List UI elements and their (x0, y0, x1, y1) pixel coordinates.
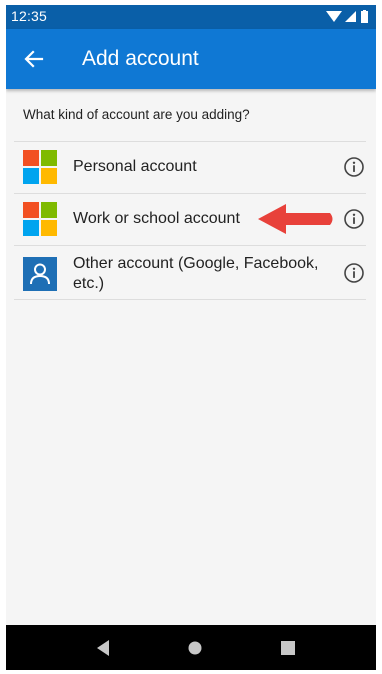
recents-square-icon[interactable] (277, 637, 299, 659)
other-account-label: Other account (Google, Facebook, etc.) (73, 255, 319, 292)
work-school-account-row[interactable]: Work or school account (6, 194, 376, 245)
work-school-account-label: Work or school account (73, 210, 240, 227)
status-bar: 12:35 (6, 5, 376, 29)
wifi-icon (326, 11, 342, 22)
other-account-row[interactable]: Other account (Google, Facebook, etc.) (6, 246, 376, 299)
arrow-left-icon (24, 50, 44, 68)
back-triangle-icon[interactable] (92, 637, 114, 659)
info-icon[interactable] (343, 208, 365, 230)
person-icon (23, 257, 57, 291)
info-icon[interactable] (343, 156, 365, 178)
cell-signal-icon (345, 11, 356, 22)
back-button[interactable] (16, 41, 52, 77)
phone-screen: 12:35 Add account What kind of account a… (6, 5, 376, 670)
personal-account-row[interactable]: Personal account (6, 142, 376, 193)
battery-icon (361, 11, 368, 23)
status-time: 12:35 (11, 8, 48, 24)
app-bar: Add account (6, 29, 376, 89)
microsoft-logo-icon (23, 202, 57, 236)
info-icon[interactable] (343, 262, 365, 284)
status-icons (326, 10, 368, 23)
home-circle-icon[interactable] (184, 637, 206, 659)
divider (14, 299, 366, 300)
page-title: Add account (82, 47, 199, 70)
android-nav-bar (6, 625, 376, 670)
battery-cap (363, 10, 366, 12)
account-type-prompt: What kind of account are you adding? (23, 107, 250, 122)
personal-account-label: Personal account (73, 158, 197, 175)
red-arrow-annotation (258, 204, 333, 234)
microsoft-logo-icon (23, 150, 57, 184)
